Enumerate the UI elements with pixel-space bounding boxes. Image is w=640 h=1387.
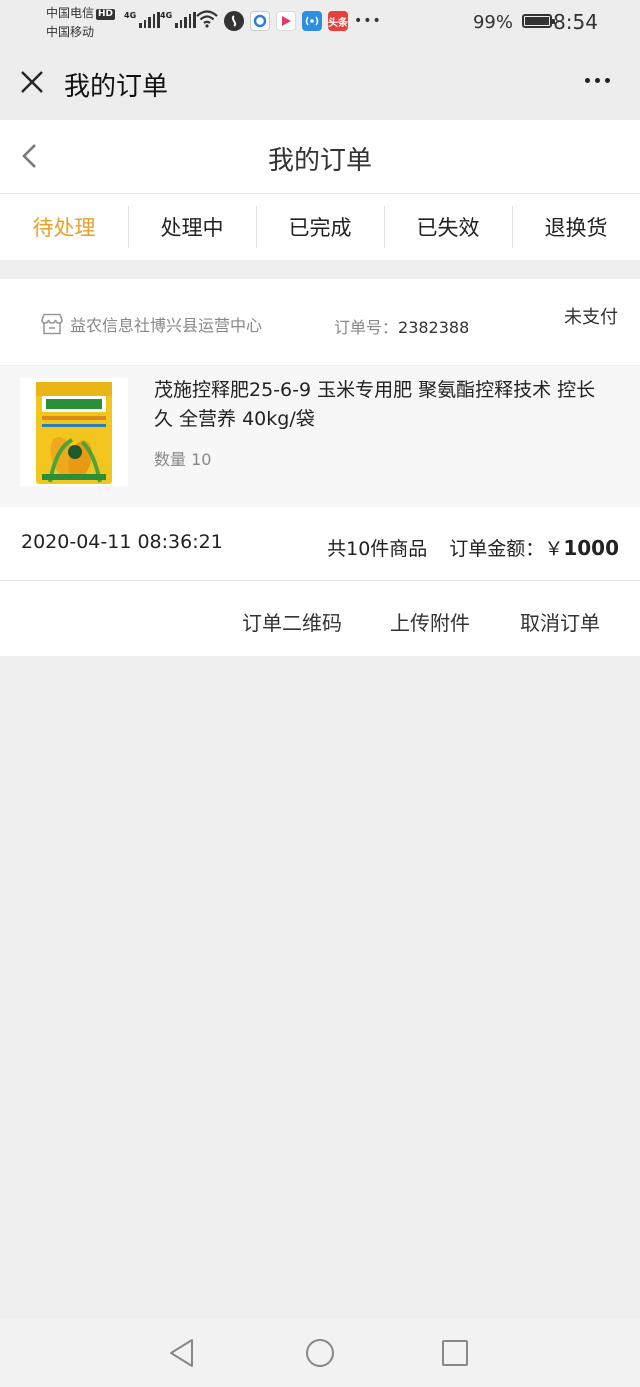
tab-expired[interactable]: 已失效 <box>384 194 512 260</box>
network-type-1: 4G <box>124 11 137 20</box>
app-notification-icon <box>224 11 244 31</box>
product-image <box>20 378 128 486</box>
wifi-icon <box>196 10 218 32</box>
currency-symbol: ￥ <box>544 538 564 560</box>
carrier-info: 中国电信 HD 中国移动 <box>46 4 116 42</box>
product-name: 茂施控释肥25-6-9 玉米专用肥 聚氨酯控释技术 控长久 全营养 40kg/袋 <box>154 379 596 430</box>
circle-home-icon <box>306 1339 334 1367</box>
nav-home-button[interactable] <box>302 1335 338 1371</box>
cancel-order-button[interactable]: 取消订单 <box>520 607 600 636</box>
square-recents-icon <box>442 1340 468 1366</box>
product-quantity: 数量 10 <box>154 450 212 469</box>
close-button[interactable] <box>14 64 50 100</box>
battery-level <box>525 17 549 25</box>
window-title: 我的订单 <box>64 72 169 102</box>
order-time: 2020-04-11 08:36:21 <box>21 531 223 553</box>
battery-icon <box>522 14 555 28</box>
page-title: 我的订单 <box>267 146 372 176</box>
more-notifications-icon: ••• <box>354 13 382 29</box>
battery-percent: 99% <box>472 12 513 33</box>
store-icon <box>41 313 63 335</box>
network-type-2: 4G <box>160 11 173 20</box>
status-bar: 中国电信 HD 中国移动 4G 4G 头条 ••• 99% 8:54 <box>0 0 640 50</box>
app-title-bar: 我的订单 <box>0 50 640 120</box>
tab-processing[interactable]: 处理中 <box>128 194 256 260</box>
toutiao-icon: 头条 <box>328 11 348 31</box>
order-number-label: 订单号： <box>334 318 399 337</box>
browser-icon <box>250 11 270 31</box>
clock: 8:54 <box>553 10 598 34</box>
video-app-icon <box>276 11 296 31</box>
upload-attachment-button[interactable]: 上传附件 <box>390 607 470 636</box>
order-totals: 共10件商品 订单金额： ￥ 1000 <box>327 534 619 561</box>
carrier-1: 中国电信 <box>46 6 95 20</box>
system-nav-bar <box>0 1319 640 1387</box>
tab-pending[interactable]: 待处理 <box>0 194 128 260</box>
amount-label: 订单金额： <box>449 538 545 560</box>
triangle-back-icon <box>170 1339 193 1367</box>
page-header: 我的订单 <box>0 120 640 194</box>
tab-returns[interactable]: 退换货 <box>512 194 640 260</box>
notification-icons: 头条 ••• <box>196 10 382 32</box>
order-summary: 2020-04-11 08:36:21 共10件商品 订单金额： ￥ 1000 <box>0 507 640 581</box>
order-status-tabs: 待处理 处理中 已完成 已失效 退换货 <box>0 194 640 260</box>
hd-badge: HD <box>96 9 116 20</box>
signal-icon: 4G <box>160 12 196 28</box>
tab-completed[interactable]: 已完成 <box>256 194 384 260</box>
order-qrcode-button[interactable]: 订单二维码 <box>242 607 342 636</box>
nav-back-button[interactable] <box>164 1335 200 1371</box>
order-item[interactable]: 茂施控释肥25-6-9 玉米专用肥 聚氨酯控释技术 控长久 全营养 40kg/袋… <box>0 366 640 507</box>
more-options-button[interactable] <box>585 78 610 83</box>
order-header: 益农信息社博兴县运营中心 订单号：2382388 未支付 <box>0 279 640 365</box>
signal-icon: 4G <box>124 12 160 28</box>
nav-recents-button[interactable] <box>437 1335 473 1371</box>
item-count: 共10件商品 <box>327 538 428 560</box>
order-number-value: 2382388 <box>398 318 470 337</box>
shop-info[interactable]: 益农信息社博兴县运营中心 <box>40 312 262 336</box>
close-icon <box>21 71 43 93</box>
shop-name: 益农信息社博兴县运营中心 <box>70 316 263 335</box>
order-actions: 订单二维码 上传附件 取消订单 <box>0 581 640 656</box>
order-amount: 1000 <box>563 536 619 560</box>
carrier-2: 中国移动 <box>46 25 95 39</box>
fertilizer-bag-image <box>20 378 128 486</box>
order-number: 订单号：2382388 <box>334 314 469 338</box>
hotspot-app-icon <box>302 11 322 31</box>
payment-status: 未支付 <box>564 307 618 328</box>
